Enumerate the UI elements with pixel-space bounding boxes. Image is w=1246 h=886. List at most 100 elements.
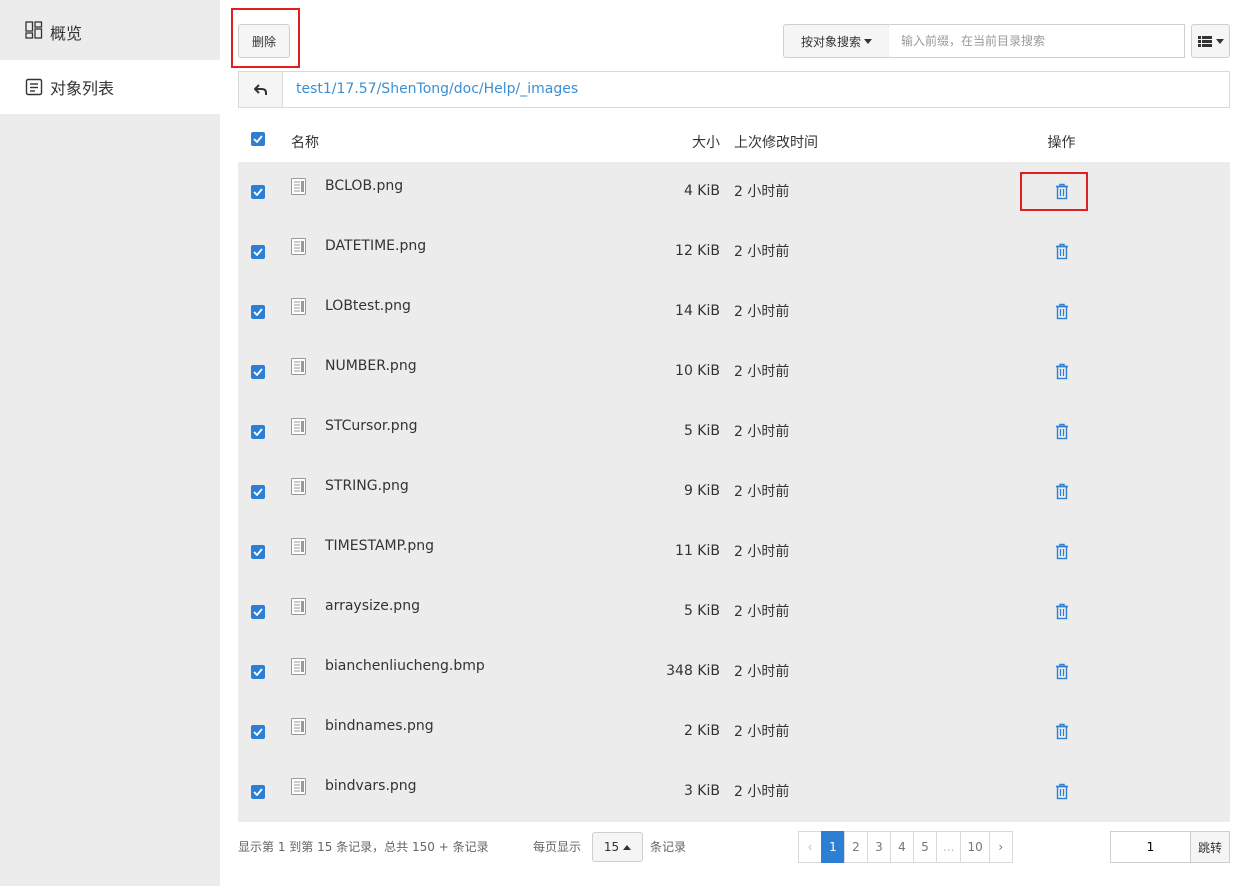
table-row[interactable]: BCLOB.png 4 KiB 2 小时前: [238, 162, 1230, 222]
row-checkbox[interactable]: [251, 725, 265, 739]
page-button[interactable]: 2: [844, 831, 868, 863]
table-header: 名称 大小 上次修改时间 操作: [238, 120, 1230, 162]
row-check-cell: [247, 342, 269, 402]
search-input[interactable]: [889, 24, 1185, 58]
row-checkbox[interactable]: [251, 185, 265, 199]
file-size: 5 KiB: [683, 603, 720, 619]
file-icon: [291, 357, 306, 375]
prev-page-button[interactable]: ‹: [798, 831, 822, 863]
row-checkbox[interactable]: [251, 305, 265, 319]
row-modified-cell: 2 小时前: [734, 582, 789, 642]
file-name-link[interactable]: TIMESTAMP.png: [325, 538, 434, 554]
trash-icon[interactable]: [1054, 303, 1070, 321]
row-checkbox[interactable]: [251, 785, 265, 799]
table-row[interactable]: bindvars.png 3 KiB 2 小时前: [238, 762, 1230, 822]
row-check-cell: [247, 402, 269, 462]
row-checkbox[interactable]: [251, 605, 265, 619]
file-size: 2 KiB: [683, 723, 720, 739]
file-icon: [291, 597, 306, 615]
row-modified-cell: 2 小时前: [734, 462, 789, 522]
sidebar-item-label: 对象列表: [50, 79, 115, 98]
file-name-link[interactable]: STRING.png: [325, 478, 409, 494]
modified-time: 2 小时前: [734, 184, 790, 200]
file-name-link[interactable]: arraysize.png: [325, 598, 420, 614]
trash-icon[interactable]: [1054, 363, 1070, 381]
table-row[interactable]: TIMESTAMP.png 11 KiB 2 小时前: [238, 522, 1230, 582]
back-button[interactable]: [239, 72, 283, 107]
trash-icon[interactable]: [1054, 243, 1070, 261]
row-size-cell: 3 KiB: [684, 762, 720, 822]
jump-page-input[interactable]: [1110, 831, 1191, 863]
row-check-cell: [247, 762, 269, 822]
table-row[interactable]: LOBtest.png 14 KiB 2 小时前: [238, 282, 1230, 342]
table-row[interactable]: bianchenliucheng.bmp 348 KiB 2 小时前: [238, 642, 1230, 702]
header-name[interactable]: 名称: [291, 120, 319, 162]
page-button[interactable]: 1: [821, 831, 845, 863]
per-page-suffix: 条记录: [650, 840, 687, 854]
current-path[interactable]: test1/17.57/ShenTong/doc/Help/_images: [296, 72, 578, 107]
trash-icon[interactable]: [1054, 543, 1070, 561]
table-row[interactable]: STCursor.png 5 KiB 2 小时前: [238, 402, 1230, 462]
record-summary: 显示第 1 到第 15 条记录，总共 150 + 条记录: [238, 840, 489, 854]
row-operation-cell: [1039, 162, 1084, 222]
file-name-link[interactable]: NUMBER.png: [325, 358, 417, 374]
file-name-link[interactable]: STCursor.png: [325, 418, 417, 434]
list-document-icon: [25, 78, 43, 96]
file-icon: [291, 657, 306, 675]
sidebar-item-object-list[interactable]: 对象列表: [0, 60, 220, 114]
file-size: 9 KiB: [683, 483, 720, 499]
view-toggle-button[interactable]: [1191, 24, 1230, 58]
row-checkbox[interactable]: [251, 365, 265, 379]
trash-icon[interactable]: [1054, 723, 1070, 741]
page-size-value: 15: [603, 840, 620, 854]
row-checkbox[interactable]: [251, 545, 265, 559]
page-button[interactable]: 5: [913, 831, 937, 863]
page-button[interactable]: 10: [960, 831, 990, 863]
row-checkbox[interactable]: [251, 485, 265, 499]
row-size-cell: 11 KiB: [675, 522, 720, 582]
file-name-link[interactable]: DATETIME.png: [325, 238, 426, 254]
search-type-dropdown[interactable]: 按对象搜索: [783, 24, 890, 58]
row-checkbox[interactable]: [251, 425, 265, 439]
file-name-link[interactable]: BCLOB.png: [325, 178, 403, 194]
row-name-cell: STRING.png: [291, 462, 409, 522]
row-checkbox[interactable]: [251, 665, 265, 679]
modified-time: 2 小时前: [734, 484, 790, 500]
caret-up-icon: [623, 844, 632, 850]
file-size: 3 KiB: [683, 783, 720, 799]
file-name-link[interactable]: LOBtest.png: [325, 298, 411, 314]
table-row[interactable]: STRING.png 9 KiB 2 小时前: [238, 462, 1230, 522]
trash-icon[interactable]: [1054, 783, 1070, 801]
trash-icon[interactable]: [1054, 483, 1070, 501]
page-size-dropdown[interactable]: 15: [592, 832, 643, 862]
trash-icon[interactable]: [1054, 663, 1070, 681]
file-name-link[interactable]: bindnames.png: [325, 718, 434, 734]
delete-button[interactable]: 删除: [238, 24, 290, 58]
row-modified-cell: 2 小时前: [734, 642, 789, 702]
page-button[interactable]: 3: [867, 831, 891, 863]
table-row[interactable]: DATETIME.png 12 KiB 2 小时前: [238, 222, 1230, 282]
row-check-cell: [247, 582, 269, 642]
per-page-prefix: 每页显示: [533, 840, 582, 854]
row-name-cell: TIMESTAMP.png: [291, 522, 434, 582]
sidebar-item-overview[interactable]: 概览: [0, 0, 220, 60]
header-size[interactable]: 大小: [692, 120, 720, 162]
page-button[interactable]: 4: [890, 831, 914, 863]
row-checkbox[interactable]: [251, 245, 265, 259]
file-name-link[interactable]: bianchenliucheng.bmp: [325, 658, 485, 674]
next-page-button[interactable]: ›: [988, 831, 1013, 863]
table-row[interactable]: arraysize.png 5 KiB 2 小时前: [238, 582, 1230, 642]
trash-icon[interactable]: [1054, 183, 1070, 201]
file-name-link[interactable]: bindvars.png: [325, 778, 417, 794]
table-row[interactable]: bindnames.png 2 KiB 2 小时前: [238, 702, 1230, 762]
file-size: 348 KiB: [666, 663, 720, 679]
trash-icon[interactable]: [1054, 423, 1070, 441]
header-modified[interactable]: 上次修改时间: [734, 120, 818, 162]
jump-button[interactable]: 跳转: [1190, 831, 1230, 863]
header-operations: 操作: [1047, 135, 1076, 151]
select-all-checkbox[interactable]: [251, 132, 265, 146]
trash-icon[interactable]: [1054, 603, 1070, 621]
table-row[interactable]: NUMBER.png 10 KiB 2 小时前: [238, 342, 1230, 402]
row-size-cell: 348 KiB: [666, 642, 720, 702]
list-view-icon: [1197, 35, 1212, 47]
